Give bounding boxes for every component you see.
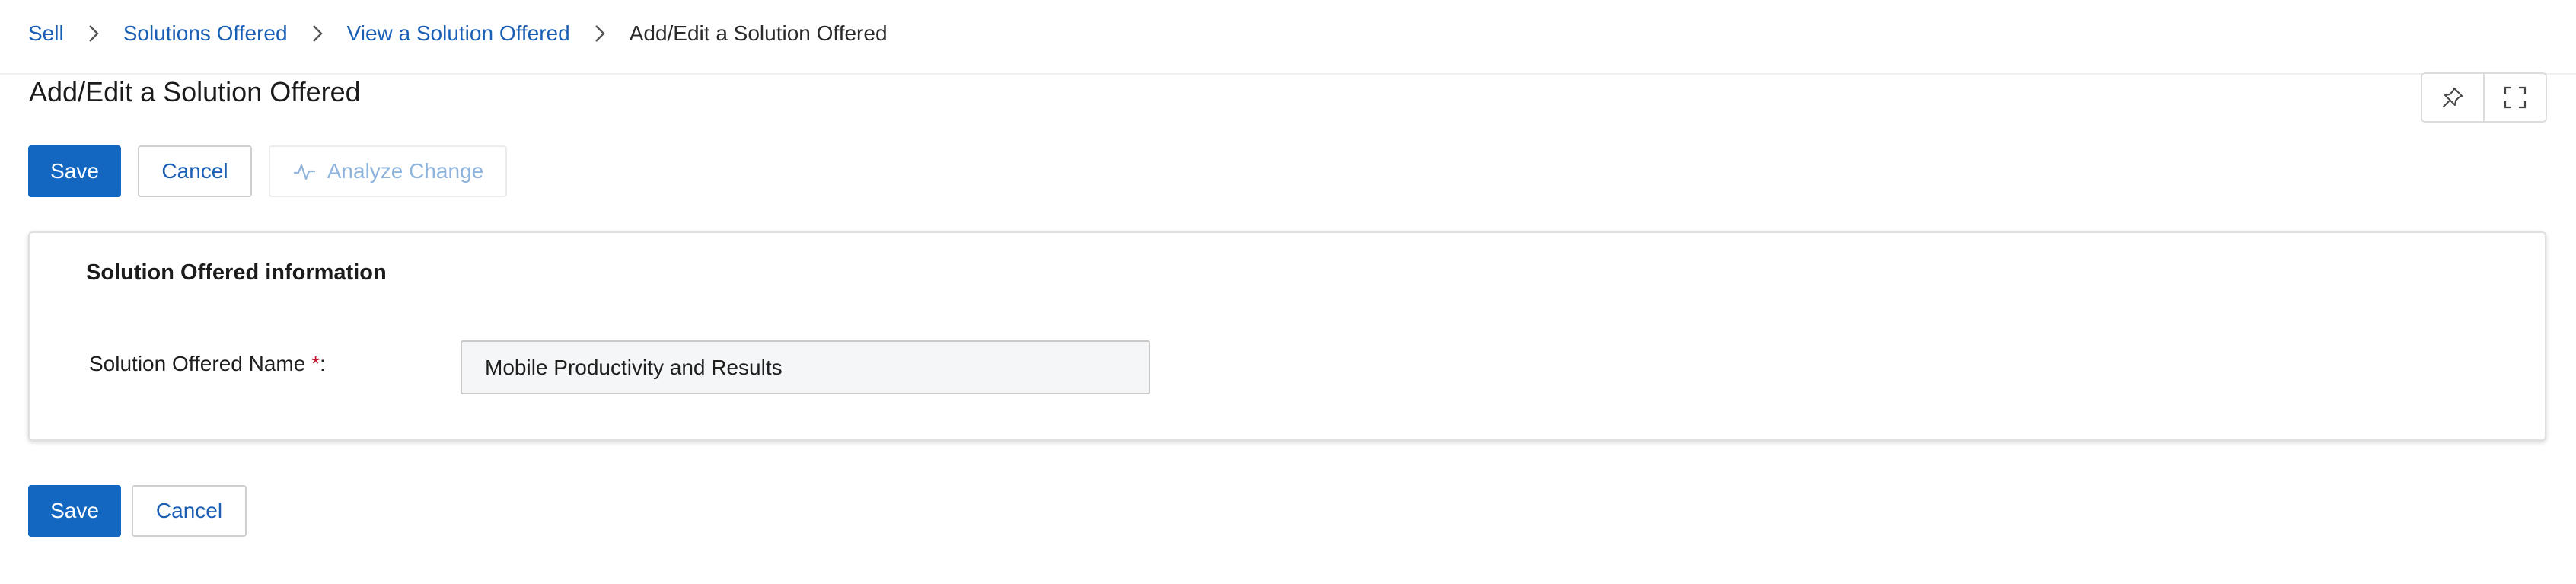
field-label-suffix: : xyxy=(320,352,326,375)
chevron-right-icon xyxy=(64,23,123,44)
solution-name-input[interactable] xyxy=(461,340,1150,394)
analyze-change-button: Analyze Change xyxy=(269,145,507,197)
page: Sell Solutions Offered View a Solution O… xyxy=(0,0,2576,584)
chevron-right-icon xyxy=(288,23,347,44)
fullscreen-icon[interactable] xyxy=(2483,74,2546,121)
breadcrumb: Sell Solutions Offered View a Solution O… xyxy=(28,18,888,49)
solution-name-label: Solution Offered Name *: xyxy=(89,352,326,376)
breadcrumb-current: Add/Edit a Solution Offered xyxy=(629,21,888,45)
cancel-button[interactable]: Cancel xyxy=(138,145,252,197)
header-icon-group xyxy=(2421,72,2547,123)
header-divider xyxy=(0,73,2576,75)
field-label-text: Solution Offered Name xyxy=(89,352,306,375)
page-title: Add/Edit a Solution Offered xyxy=(29,76,361,107)
activity-icon xyxy=(293,164,315,180)
chevron-right-icon xyxy=(570,23,630,44)
cancel-button-bottom[interactable]: Cancel xyxy=(132,485,247,537)
analyze-change-label: Analyze Change xyxy=(327,159,484,183)
breadcrumb-sell[interactable]: Sell xyxy=(28,21,64,46)
breadcrumb-solutions-offered[interactable]: Solutions Offered xyxy=(123,21,288,46)
required-mark: * xyxy=(311,352,320,375)
section-title: Solution Offered information xyxy=(86,260,387,285)
save-button[interactable]: Save xyxy=(28,145,121,197)
solution-info-card: Solution Offered information Solution Of… xyxy=(28,231,2546,441)
breadcrumb-view-solution-offered[interactable]: View a Solution Offered xyxy=(347,21,570,46)
pin-icon[interactable] xyxy=(2422,74,2483,121)
save-button-bottom[interactable]: Save xyxy=(28,485,121,537)
